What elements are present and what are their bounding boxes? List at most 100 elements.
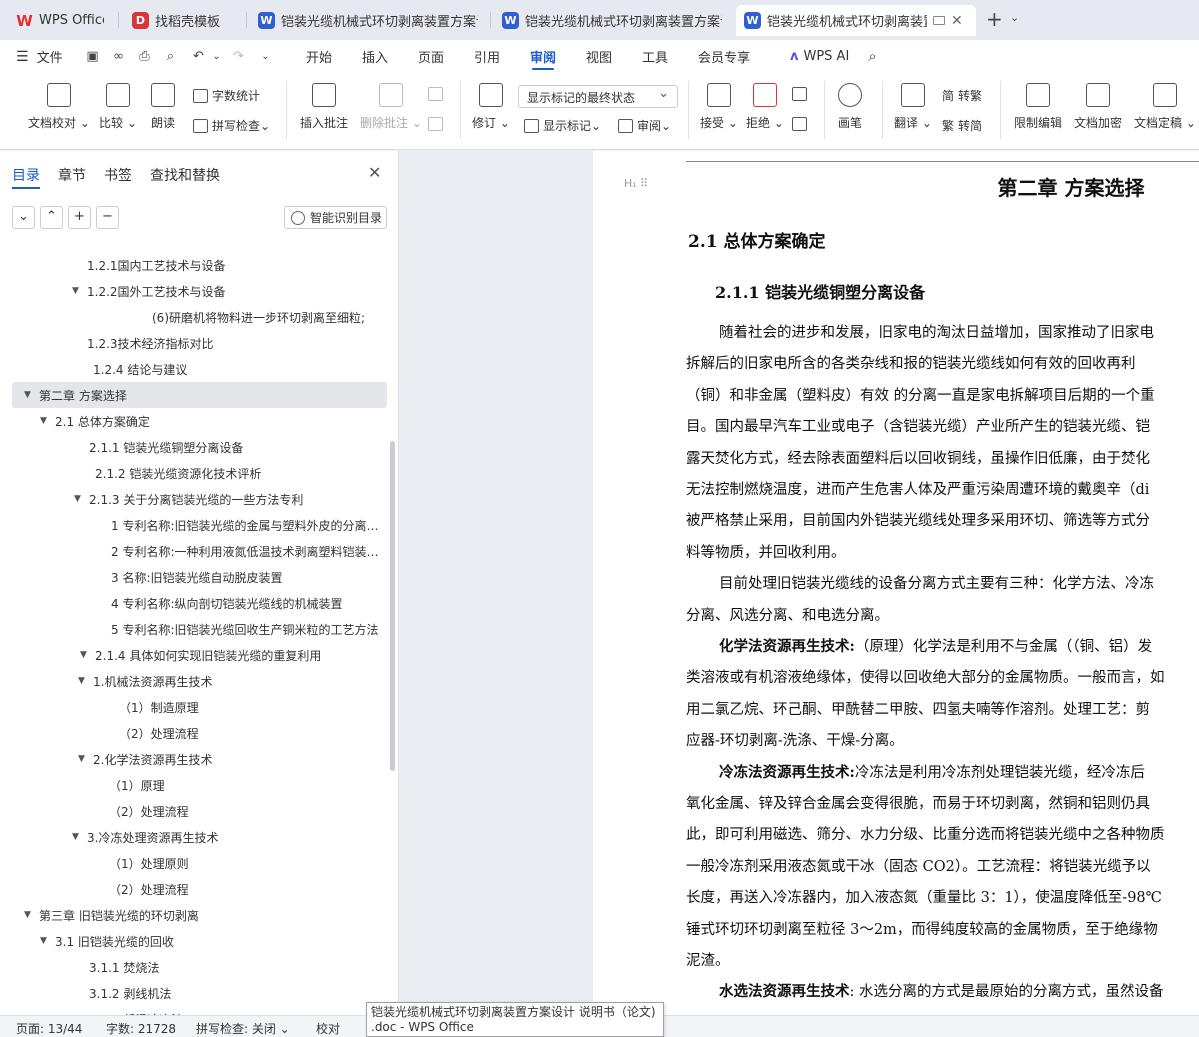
toc-item[interactable]: 1.2.1国内工艺技术与设备	[12, 252, 387, 278]
encrypt-button[interactable]: 文档加密	[1074, 83, 1122, 131]
nav-tab-find-replace[interactable]: 查找和替换	[150, 165, 220, 185]
caret-down-icon[interactable]: ▼	[78, 754, 85, 764]
nav-tab-toc[interactable]: 目录	[12, 165, 40, 189]
insert-comment-button[interactable]: 插入批注	[300, 83, 348, 131]
menu-references[interactable]: 引用	[474, 40, 500, 73]
link-icon[interactable]: ∞	[110, 48, 127, 65]
toc-item[interactable]: ▼ 2.化学法资源再生技术	[12, 746, 387, 772]
document-body[interactable]: 第二章 方案选择 2.1 总体方案确定 2.1.1 铠装光缆铜塑分离设备 随着社…	[686, 166, 1199, 1015]
toc-item[interactable]: ▼ 2.1.3 关于分离铠装光缆的一些方法专利	[12, 486, 387, 512]
caret-down-icon[interactable]: ▼	[24, 390, 31, 400]
menu-tools[interactable]: 工具	[642, 40, 668, 73]
caret-down-icon[interactable]: ▼	[40, 936, 47, 946]
tab-docer-templates[interactable]: D 找稻壳模板	[124, 5, 242, 36]
toc-item[interactable]: （1）处理原则	[12, 850, 387, 876]
toc-item[interactable]: 5 专利名称:旧铠装光缆回收生产铜米粒的工艺方法	[12, 616, 387, 642]
window-icon[interactable]	[933, 16, 945, 25]
tab-document-1[interactable]: W 铠装光缆机械式环切剥离装置方案设计	[250, 5, 486, 36]
toc-item[interactable]: 1.2.3技术经济指标对比	[12, 330, 387, 356]
toc-item[interactable]: 3 名称:旧铠装光缆自动脱皮装置	[12, 564, 387, 590]
spell-check-status[interactable]: 拼写检查: 关闭 ⌄	[196, 1020, 290, 1037]
caret-down-icon[interactable]: ▼	[72, 832, 79, 842]
save-icon[interactable]: ▣	[84, 48, 101, 65]
collapse-chevron-up-icon[interactable]: ⌃	[40, 206, 63, 229]
nav-tab-bookmarks[interactable]: 书签	[104, 165, 132, 185]
doc-check-button[interactable]: 文档校对 ⌄	[28, 83, 90, 131]
wps-ai-button[interactable]: ʌ WPS AI	[790, 40, 849, 73]
reject-button[interactable]: 拒绝 ⌄	[746, 83, 784, 131]
print-preview-icon[interactable]: ⌕	[162, 48, 179, 65]
spell-check-button[interactable]: 拼写检查 ⌄	[193, 117, 270, 134]
close-tab-icon[interactable]: ✕	[951, 13, 963, 29]
toc-item[interactable]: ▼ 1.2.2国外工艺技术与设备	[12, 278, 387, 304]
caret-down-icon[interactable]: ▼	[72, 286, 79, 296]
page-indicator[interactable]: 页面: 13/44	[16, 1020, 82, 1037]
toc-item[interactable]: 2 专利名称:一种利用液氮低温技术剥离塑料铠装光缆	[12, 538, 387, 564]
read-aloud-button[interactable]: 朗读	[151, 83, 175, 131]
proofread-button[interactable]: 校对	[316, 1020, 340, 1037]
toc-item[interactable]: 2.1.1 铠装光缆铜塑分离设备	[12, 434, 387, 460]
tab-document-active[interactable]: W 铠装光缆机械式环切剥离装置方 ✕	[736, 5, 976, 36]
toc-item[interactable]: 3.1.3 低温冷冻法	[12, 1006, 387, 1016]
revise-button[interactable]: 修订 ⌄	[472, 83, 510, 131]
file-menu[interactable]: ☰ 文件	[16, 40, 63, 73]
tab-document-2[interactable]: W 铠装光缆机械式环切剥离装置方案设计	[494, 5, 730, 36]
close-icon[interactable]: ✕	[368, 163, 381, 182]
toc-item[interactable]: ▼ 3.1 旧铠装光缆的回收	[12, 928, 387, 954]
prev-comment-icon[interactable]	[428, 87, 447, 101]
toc-item[interactable]: ▼ 2.1 总体方案确定	[12, 408, 387, 434]
menu-page[interactable]: 页面	[418, 40, 444, 73]
add-heading-icon[interactable]: +	[68, 206, 91, 229]
prev-change-icon[interactable]	[792, 87, 811, 101]
pen-button[interactable]: 画笔	[838, 83, 862, 131]
word-count-button[interactable]: 字数统计	[193, 87, 260, 104]
more-chevron-icon[interactable]: ⌄	[257, 48, 274, 65]
track-mode-select[interactable]: 显示标记的最终状态	[518, 85, 678, 108]
toc-item[interactable]: （1）制造原理	[12, 694, 387, 720]
caret-down-icon[interactable]: ▼	[78, 676, 85, 686]
toc-item[interactable]: ▼ 1.机械法资源再生技术	[12, 668, 387, 694]
next-comment-icon[interactable]	[428, 117, 447, 131]
nav-tab-chapters[interactable]: 章节	[58, 165, 86, 185]
accept-button[interactable]: 接受 ⌄	[700, 83, 738, 131]
remove-heading-icon[interactable]: −	[96, 206, 119, 229]
undo-chevron-icon[interactable]: ⌄	[208, 48, 225, 65]
toc-item[interactable]: 3.1.2 剥线机法	[12, 980, 387, 1006]
smart-toc-button[interactable]: 智能识别目录	[284, 206, 387, 229]
redo-icon[interactable]: ↷	[230, 48, 247, 65]
search-icon[interactable]: ⌕	[864, 48, 881, 65]
caret-down-icon[interactable]: ▼	[80, 650, 87, 660]
translate-button[interactable]: 翻译 ⌄	[894, 83, 932, 131]
menu-member[interactable]: 会员专享	[698, 40, 750, 73]
toc-item[interactable]: （2）处理流程	[12, 798, 387, 824]
caret-down-icon[interactable]: ▼	[40, 416, 47, 426]
menu-insert[interactable]: 插入	[362, 40, 388, 73]
toc-item[interactable]: 2.1.2 铠装光缆资源化技术评析	[12, 460, 387, 486]
menu-start[interactable]: 开始	[306, 40, 332, 73]
to-simplified-button[interactable]: 繁 转简	[942, 117, 982, 134]
to-traditional-button[interactable]: 简 转繁	[942, 87, 982, 104]
heading-drag-handle-icon[interactable]: H₁ ⠿	[624, 177, 648, 190]
toc-item[interactable]: 4 专利名称:纵向剖切铠装光缆线的机械装置	[12, 590, 387, 616]
compare-button[interactable]: 比较 ⌄	[99, 83, 137, 131]
toc-scrollbar[interactable]	[390, 441, 395, 771]
toc-item[interactable]: （2）处理流程	[12, 876, 387, 902]
tab-list-chevron-icon[interactable]: ⌄	[1010, 11, 1019, 24]
toc-item[interactable]: (6)研磨机将物料进一步环切剥离至细粒;	[12, 304, 387, 330]
expand-chevron-down-icon[interactable]: ⌄	[12, 206, 35, 229]
finalize-button[interactable]: 文档定稿 ⌄	[1134, 83, 1196, 131]
toc-item[interactable]: 3.1.1 焚烧法	[12, 954, 387, 980]
toc-item[interactable]: 1.2.4 结论与建议	[12, 356, 387, 382]
caret-down-icon[interactable]: ▼	[24, 910, 31, 920]
toc-item[interactable]: （2）处理流程	[12, 720, 387, 746]
restrict-edit-button[interactable]: 限制编辑	[1014, 83, 1062, 131]
menu-view[interactable]: 视图	[586, 40, 612, 73]
print-icon[interactable]: ⎙	[136, 48, 153, 65]
toc-item[interactable]: ▼ 第二章 方案选择	[12, 382, 387, 408]
toc-item[interactable]: ▼ 3.冷冻处理资源再生技术	[12, 824, 387, 850]
show-markup-button[interactable]: 显示标记 ⌄	[524, 117, 601, 134]
menu-review[interactable]: 审阅	[530, 40, 556, 73]
new-tab-button[interactable]: +	[986, 9, 1003, 29]
next-change-icon[interactable]	[792, 117, 811, 131]
toc-item[interactable]: ▼ 第三章 旧铠装光缆的环切剥离	[12, 902, 387, 928]
